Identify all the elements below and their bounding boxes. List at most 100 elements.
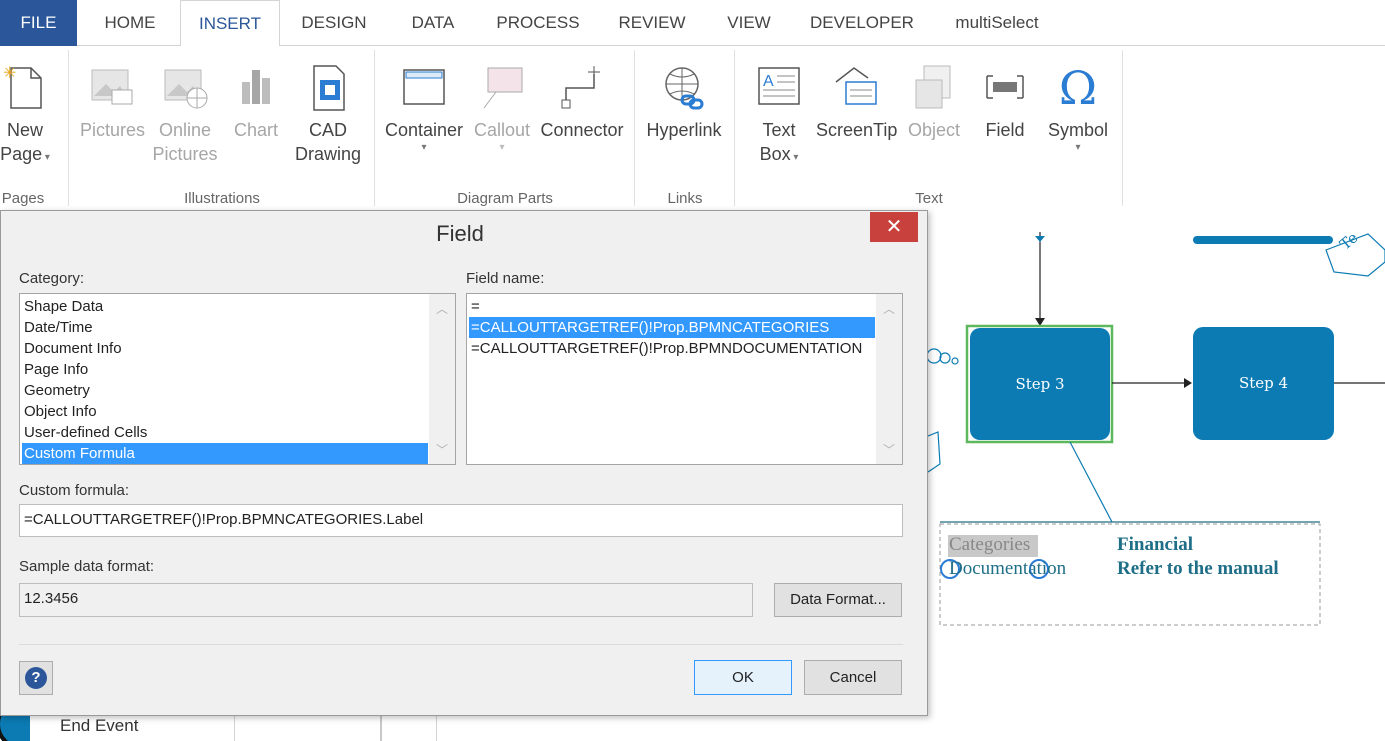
field-icon <box>986 75 1024 99</box>
tab-multiselect[interactable]: multiSelect <box>942 0 1052 46</box>
tab-view[interactable]: VIEW <box>716 0 782 46</box>
hyperlink-button[interactable]: Hyperlink <box>644 64 724 142</box>
cad-drawing-label-1: CAD <box>308 120 347 140</box>
field-name-scrollbar[interactable]: ︿ ﹀ <box>876 294 902 464</box>
close-button[interactable]: ✕ <box>870 212 918 242</box>
callout-categories-label: Categories <box>949 534 1031 555</box>
new-page-label-1: New <box>6 120 43 140</box>
callout-refer-value: Refer to the manual <box>1117 558 1279 579</box>
tab-design[interactable]: DESIGN <box>290 0 378 46</box>
connector-icon <box>561 66 600 109</box>
callout-documentation-label: Documentation <box>949 558 1067 579</box>
cancel-button[interactable]: Cancel <box>804 660 902 695</box>
category-item[interactable]: Object Info <box>22 401 428 422</box>
screentip-button[interactable]: ScreenTip <box>816 64 897 142</box>
new-page-button[interactable]: ✳ New Page ▾ <box>0 64 50 166</box>
group-label-text: Text <box>915 190 943 207</box>
chart-label: Chart <box>233 120 278 140</box>
field-name-item[interactable]: =CALLOUTTARGETREF()!Prop.BPMNDOCUMENTATI… <box>469 338 875 359</box>
step-4-shape[interactable]: Step 4 <box>1193 327 1334 440</box>
omega-icon: Ω <box>1058 61 1098 115</box>
category-item-selected[interactable]: Custom Formula <box>22 443 428 464</box>
help-button[interactable]: ? <box>19 661 53 695</box>
category-item[interactable]: Geometry <box>22 380 428 401</box>
group-label-illustrations: Illustrations <box>184 190 260 207</box>
category-scrollbar[interactable]: ︿ ﹀ <box>429 294 455 464</box>
object-button[interactable]: Object <box>902 64 966 142</box>
group-label-pages: Pages <box>1 190 45 207</box>
text-box-label-1: Text <box>762 120 796 140</box>
cad-drawing-button[interactable]: CAD Drawing <box>292 64 364 166</box>
category-list[interactable]: Shape Data Date/Time Document Info Page … <box>19 293 456 465</box>
sample-data-format-label: Sample data format: <box>19 558 155 575</box>
svg-text:✳: ✳ <box>3 65 16 82</box>
category-item[interactable]: Document Info <box>22 338 428 359</box>
dialog-title: Field <box>436 221 484 246</box>
scroll-down-icon[interactable]: ﹀ <box>876 441 902 458</box>
online-pictures-label-2: Pictures <box>152 144 218 164</box>
data-format-button[interactable]: Data Format... <box>774 583 902 617</box>
scroll-up-icon[interactable]: ︿ <box>876 300 902 317</box>
category-item[interactable]: User-defined Cells <box>22 422 428 443</box>
container-label: Container <box>384 120 464 140</box>
tab-developer[interactable]: DEVELOPER <box>802 0 922 46</box>
pictures-button[interactable]: Pictures <box>80 64 146 142</box>
shapes-panel: End Event <box>0 716 928 741</box>
container-button[interactable]: Container ▾ <box>384 64 464 154</box>
end-event-icon <box>0 716 30 741</box>
online-pictures-label-1: Online <box>158 120 212 140</box>
cad-drawing-icon <box>313 65 345 111</box>
cad-drawing-label-2: Drawing <box>294 144 362 164</box>
category-item[interactable]: Page Info <box>22 359 428 380</box>
help-icon: ? <box>25 667 47 689</box>
screentip-icon <box>835 67 877 105</box>
category-label: Category: <box>19 270 85 287</box>
tab-data[interactable]: DATA <box>398 0 468 46</box>
hyperlink-label: Hyperlink <box>646 120 722 140</box>
tab-process[interactable]: PROCESS <box>488 0 588 46</box>
online-pictures-button[interactable]: Online Pictures <box>150 64 220 166</box>
callout-label: Callout <box>473 120 531 140</box>
pictures-label: Pictures <box>80 120 146 140</box>
scroll-up-icon[interactable]: ︿ <box>429 300 455 317</box>
ribbon: ✳ New Page ▾ Pages Pictures Online Pictu… <box>0 46 1385 210</box>
connector-label: Connector <box>540 120 624 140</box>
symbol-label: Symbol <box>1047 120 1109 140</box>
pictures-icon <box>91 69 133 105</box>
text-box-button[interactable]: A Text Box ▾ <box>748 64 810 166</box>
field-name-item[interactable]: = <box>469 296 875 317</box>
end-event-label[interactable]: End Event <box>60 716 138 736</box>
ok-button[interactable]: OK <box>694 660 792 695</box>
drawing-canvas[interactable]: Step 3 Step 4 Te Categories Documentatio… <box>928 210 1385 741</box>
text-box-label-2: Box <box>759 144 791 164</box>
ribbon-tab-bar: FILE HOME INSERT DESIGN DATA PROCESS REV… <box>0 0 1385 47</box>
sample-data-format-field: 12.3456 <box>19 583 753 617</box>
canvas-drawing <box>928 232 1385 626</box>
connector-button[interactable]: Connector <box>538 64 626 142</box>
svg-text:A: A <box>763 73 774 90</box>
callout-financial-value: Financial <box>1117 534 1194 555</box>
chart-button[interactable]: Chart <box>228 64 284 142</box>
category-item[interactable]: Date/Time <box>22 317 428 338</box>
container-icon <box>403 69 445 105</box>
hyperlink-icon <box>665 67 704 110</box>
new-page-label-2: Page <box>0 144 43 164</box>
callout-button[interactable]: Callout ▾ <box>470 64 534 154</box>
symbol-button[interactable]: Ω Symbol ▾ <box>1042 64 1114 154</box>
field-dialog: Field ✕ Category: Shape Data Date/Time D… <box>0 210 928 716</box>
scroll-down-icon[interactable]: ﹀ <box>429 441 455 458</box>
text-box-icon: A <box>758 67 800 105</box>
online-pictures-icon <box>164 69 208 109</box>
tab-file[interactable]: FILE <box>0 0 77 46</box>
field-button[interactable]: Field <box>976 64 1034 142</box>
field-name-item-selected[interactable]: =CALLOUTTARGETREF()!Prop.BPMNCATEGORIES <box>469 317 875 338</box>
category-item[interactable]: Shape Data <box>22 296 428 317</box>
tab-home[interactable]: HOME <box>90 0 170 46</box>
object-icon <box>915 65 951 109</box>
step-3-shape[interactable]: Step 3 <box>970 328 1110 440</box>
tab-review[interactable]: REVIEW <box>608 0 696 46</box>
field-name-list[interactable]: = =CALLOUTTARGETREF()!Prop.BPMNCATEGORIE… <box>466 293 903 465</box>
callout-icon <box>483 67 523 109</box>
custom-formula-input[interactable]: =CALLOUTTARGETREF()!Prop.BPMNCATEGORIES.… <box>19 504 903 537</box>
tab-insert[interactable]: INSERT <box>180 0 280 47</box>
